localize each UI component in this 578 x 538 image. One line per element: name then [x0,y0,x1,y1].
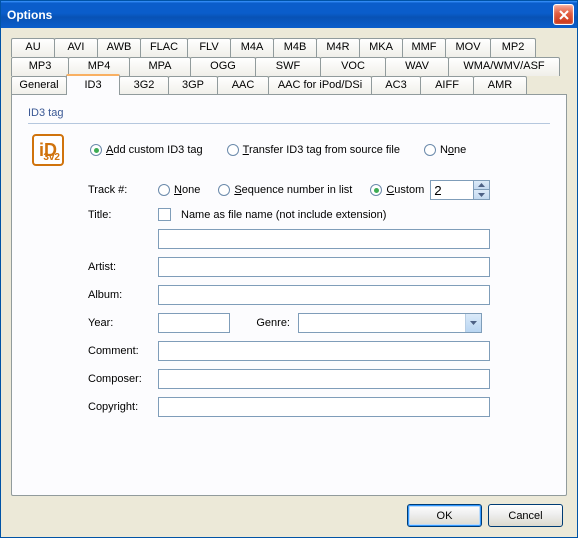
spinner-down-icon[interactable] [474,190,489,199]
mode-radio-1[interactable]: Transfer ID3 tag from source file [227,144,400,156]
tab-wav[interactable]: WAV [385,57,449,76]
title-as-filename-checkbox[interactable]: Name as file name (not include extension… [158,208,386,221]
radio-label: Custom [386,184,424,196]
tab-au[interactable]: AU [11,38,55,57]
track-radio-1[interactable]: Sequence number in list [218,184,352,196]
tab-ogg[interactable]: OGG [190,57,256,76]
tab-mp2[interactable]: MP2 [490,38,536,57]
tab-mp3[interactable]: MP3 [11,57,69,76]
client-area: AUAVIAWBFLACFLVM4AM4BM4RMKAMMFMOVMP2 MP3… [1,28,577,537]
tab-mov[interactable]: MOV [445,38,491,57]
radio-icon [227,144,239,156]
spinner-up-icon[interactable] [474,181,489,190]
title-label: Title: [88,209,158,221]
artist-row: Artist: [88,257,550,277]
track-number-row: Track #: None Sequence number in list Cust… [88,180,550,200]
track-number-radios: None Sequence number in list Custom [158,184,424,196]
tab-flac[interactable]: FLAC [140,38,188,57]
radio-label: Add custom ID3 tag [106,144,203,156]
genre-label: Genre: [230,317,298,329]
tab-voc[interactable]: VOC [320,57,386,76]
year-genre-row: Year: Genre: [88,313,550,333]
tab-m4b[interactable]: M4B [273,38,317,57]
genre-select[interactable] [298,313,482,333]
group-divider [28,123,550,124]
tab-m4a[interactable]: M4A [230,38,274,57]
comment-label: Comment: [88,345,158,357]
track-number-label: Track #: [88,184,158,196]
tab-flv[interactable]: FLV [187,38,231,57]
track-radio-0[interactable]: None [158,184,200,196]
copyright-input[interactable] [158,397,490,417]
composer-input[interactable] [158,369,490,389]
tab-mmf[interactable]: MMF [402,38,446,57]
id3-form: Track #: None Sequence number in list Cust… [88,180,550,417]
artist-label: Artist: [88,261,158,273]
album-row: Album: [88,285,550,305]
radio-label: None [174,184,200,196]
tab-avi[interactable]: AVI [54,38,98,57]
title-input-row [88,229,550,249]
options-dialog: Options AUAVIAWBFLACFLVM4AM4BM4RMKAMMFMO… [0,0,578,538]
year-input[interactable] [158,313,230,333]
composer-label: Composer: [88,373,158,385]
copyright-label: Copyright: [88,401,158,413]
titlebar: Options [1,1,577,28]
tab-id3[interactable]: ID3 [66,74,120,95]
radio-icon [424,144,436,156]
year-label: Year: [88,317,158,329]
tab-ac3[interactable]: AC3 [371,76,421,95]
tab-amr[interactable]: AMR [473,76,527,95]
tab-m4r[interactable]: M4R [316,38,360,57]
id3-icon: iD3v2 [32,134,64,166]
tab-3gp[interactable]: 3GP [168,76,218,95]
radio-label: Transfer ID3 tag from source file [243,144,400,156]
track-number-input[interactable] [430,180,474,200]
copyright-row: Copyright: [88,397,550,417]
tab-3g2[interactable]: 3G2 [119,76,169,95]
group-label: ID3 tag [28,107,550,119]
tab-swf[interactable]: SWF [255,57,321,76]
tab-general[interactable]: General [11,76,67,95]
mode-radios: Add custom ID3 tag Transfer ID3 tag from … [90,144,466,156]
artist-input[interactable] [158,257,490,277]
close-button[interactable] [553,4,574,25]
id3-mode-row: iD3v2 Add custom ID3 tag Transfer ID3 tag… [32,134,550,166]
checkbox-icon [158,208,171,221]
radio-label: Sequence number in list [234,184,352,196]
radio-icon [370,184,382,196]
mode-radio-0[interactable]: Add custom ID3 tag [90,144,203,156]
comment-input[interactable] [158,341,490,361]
tab-mka[interactable]: MKA [359,38,403,57]
tab-aac[interactable]: AAC [217,76,269,95]
mode-radio-2[interactable]: None [424,144,466,156]
cancel-button[interactable]: Cancel [488,504,563,527]
dialog-buttons: OK Cancel [11,496,567,531]
track-number-spinner[interactable] [474,180,490,200]
tab-panel: ID3 tag iD3v2 Add custom ID3 tag Transfer… [11,94,567,496]
tab-rows: AUAVIAWBFLACFLVM4AM4BM4RMKAMMFMOVMP2 MP3… [11,38,567,95]
album-label: Album: [88,289,158,301]
track-radio-2[interactable]: Custom [370,184,424,196]
tab-aiff[interactable]: AIFF [420,76,474,95]
title-row: Title: Name as file name (not include ex… [88,208,550,221]
radio-icon [218,184,230,196]
window-title: Options [7,8,553,22]
genre-value[interactable] [298,313,482,333]
checkbox-label: Name as file name (not include extension… [181,209,386,221]
comment-row: Comment: [88,341,550,361]
tab-mpa[interactable]: MPA [129,57,191,76]
title-input[interactable] [158,229,490,249]
album-input[interactable] [158,285,490,305]
tab-wma-wmv-asf[interactable]: WMA/WMV/ASF [448,57,560,76]
tab-awb[interactable]: AWB [97,38,141,57]
tab-aac-for-ipod-dsi[interactable]: AAC for iPod/DSi [268,76,372,95]
radio-icon [158,184,170,196]
radio-label: None [440,144,466,156]
radio-icon [90,144,102,156]
ok-button[interactable]: OK [407,504,482,527]
composer-row: Composer: [88,369,550,389]
